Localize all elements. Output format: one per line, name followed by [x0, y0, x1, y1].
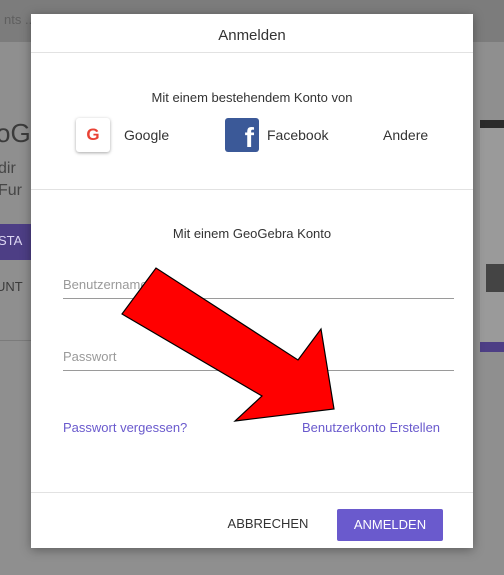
google-login-button[interactable]: G Google [76, 118, 169, 152]
cancel-button[interactable]: ABBRECHEN [223, 509, 313, 539]
geogebra-account-label: Mit einem GeoGebra Konto [172, 226, 332, 241]
google-label: Google [124, 127, 170, 143]
background-right-block [486, 264, 504, 292]
background-divider [0, 340, 34, 341]
background-subtitle-1: dir [0, 160, 16, 177]
provider-divider [31, 189, 473, 190]
existing-account-label: Mit einem bestehendem Konto von [151, 90, 353, 105]
other-login-button[interactable]: Andere [383, 127, 428, 143]
footer-divider [31, 492, 473, 493]
google-icon: G [76, 118, 110, 152]
facebook-icon: f [225, 118, 259, 152]
username-field[interactable] [63, 272, 454, 299]
facebook-login-button[interactable]: f Facebook [225, 118, 328, 152]
password-field[interactable] [63, 344, 454, 371]
background-right-panel [480, 120, 504, 350]
password-input[interactable] [63, 344, 454, 368]
login-dialog: Anmelden Mit einem bestehendem Konto von… [31, 14, 473, 548]
create-account-link[interactable]: Benutzerkonto Erstellen [302, 420, 440, 435]
username-input[interactable] [63, 272, 454, 296]
other-label: Andere [383, 127, 429, 143]
forgot-password-link[interactable]: Passwort vergessen? [63, 420, 187, 435]
background-right-accent [480, 342, 504, 352]
background-title: oG [0, 118, 31, 148]
background-secondary-button-label: UNT [0, 279, 23, 294]
background-start-button-label: STA [0, 233, 23, 248]
dialog-title: Anmelden [218, 27, 286, 44]
facebook-label: Facebook [267, 127, 329, 143]
background-right-bar [480, 120, 504, 128]
title-divider [31, 52, 473, 53]
login-button[interactable]: ANMELDEN [337, 509, 443, 541]
background-subtitle-2: Fur [0, 182, 22, 199]
